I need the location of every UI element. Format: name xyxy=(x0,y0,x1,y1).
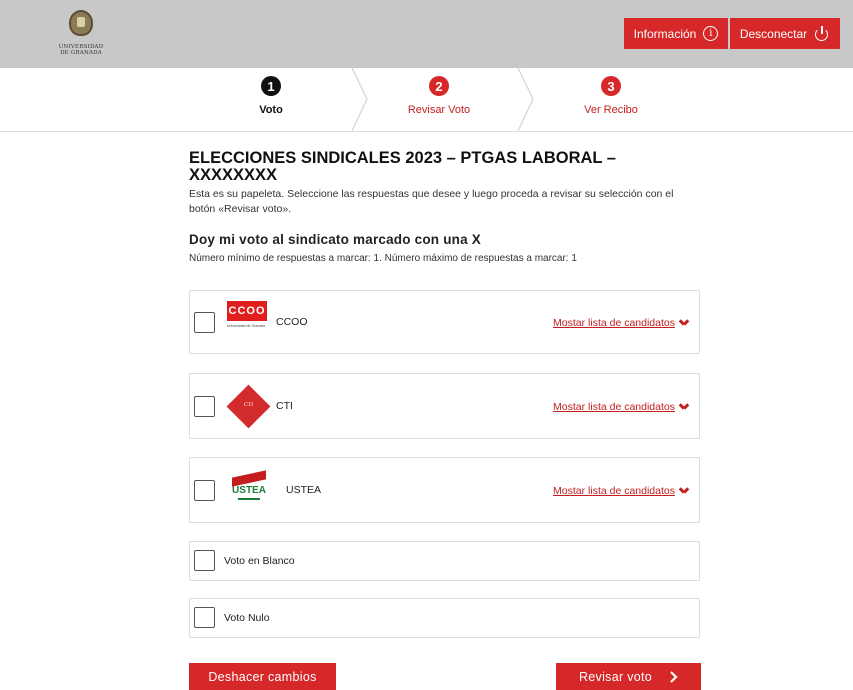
undo-changes-label: Deshacer cambios xyxy=(208,669,317,684)
option-null-vote: Voto Nulo xyxy=(189,598,700,638)
undo-changes-button[interactable]: Deshacer cambios xyxy=(189,663,336,690)
review-vote-label: Revisar voto xyxy=(578,669,653,684)
university-logo[interactable]: Universidad de Granada xyxy=(55,10,107,60)
ccoo-logo-icon: CCOO Universidad de Granada xyxy=(227,301,267,341)
progress-steps: 1 Voto 2 Revisar Voto 3 Ver Recibo xyxy=(0,68,853,132)
option-ustea-checkbox[interactable] xyxy=(194,480,215,501)
option-blank-vote-checkbox[interactable] xyxy=(194,550,215,571)
step-label-review: Revisar Voto xyxy=(407,104,471,116)
step-separator-2 xyxy=(517,68,534,131)
ustea-logo-icon: USTEA xyxy=(230,470,268,508)
option-ccoo-label: CCOO xyxy=(276,316,308,328)
chevron-down-icon xyxy=(680,403,689,411)
logout-button-label: Desconectar xyxy=(739,26,808,41)
ballot-question: Doy mi voto al sindicato marcado con una… xyxy=(189,232,481,247)
info-button[interactable]: Información i xyxy=(624,18,728,49)
ccoo-candidates-toggle[interactable]: Mostar lista de candidatos xyxy=(553,317,689,329)
ballot-rules: Número mínimo de respuestas a marcar: 1.… xyxy=(189,253,577,264)
chevron-down-icon xyxy=(680,319,689,327)
option-null-vote-checkbox[interactable] xyxy=(194,607,215,628)
logout-button[interactable]: Desconectar xyxy=(730,18,840,49)
step-number-1: 1 xyxy=(261,76,281,96)
info-button-label: Información xyxy=(633,26,697,41)
logo-line2: de Granada xyxy=(60,50,102,56)
option-cti-checkbox[interactable] xyxy=(194,396,215,417)
option-blank-vote-label: Voto en Blanco xyxy=(224,555,295,567)
option-cti-label: CTI xyxy=(276,400,293,412)
chevron-down-icon xyxy=(680,487,689,495)
option-null-vote-label: Voto Nulo xyxy=(224,612,270,624)
top-header: Universidad de Granada Información i Des… xyxy=(0,0,853,68)
step-review: 2 Revisar Voto xyxy=(354,68,524,131)
review-vote-button[interactable]: Revisar voto xyxy=(556,663,701,690)
step-number-2: 2 xyxy=(429,76,449,96)
cti-candidates-toggle[interactable]: Mostar lista de candidatos xyxy=(553,401,689,413)
option-ustea: USTEA USTEA Mostar lista de candidatos xyxy=(189,457,700,523)
step-separator-1 xyxy=(351,68,368,131)
ballot-title: ELECCIONES SINDICALES 2023 – PTGAS LABOR… xyxy=(189,149,616,184)
option-ustea-label: USTEA xyxy=(286,484,322,496)
step-label-receipt: Ver Recibo xyxy=(584,104,638,116)
info-icon: i xyxy=(703,26,719,41)
ustea-candidates-toggle[interactable]: Mostar lista de candidatos xyxy=(553,485,689,497)
step-vote: 1 Voto xyxy=(186,68,356,131)
option-blank-vote: Voto en Blanco xyxy=(189,541,700,581)
crest-icon xyxy=(69,10,93,36)
option-cti: CTI CTI Mostar lista de candidatos xyxy=(189,373,700,439)
step-number-3: 3 xyxy=(601,76,621,96)
option-ccoo-checkbox[interactable] xyxy=(194,312,215,333)
option-ccoo: CCOO Universidad de Granada CCOO Mostar … xyxy=(189,290,700,354)
arrow-right-icon xyxy=(670,670,678,683)
ballot-header: ELECCIONES SINDICALES 2023 – PTGAS LABOR… xyxy=(189,149,701,265)
step-label-vote: Voto xyxy=(259,104,283,116)
ballot-intro: Esta es su papeleta. Seleccione las resp… xyxy=(189,188,674,215)
step-receipt: 3 Ver Recibo xyxy=(526,68,696,131)
power-icon xyxy=(814,25,830,42)
